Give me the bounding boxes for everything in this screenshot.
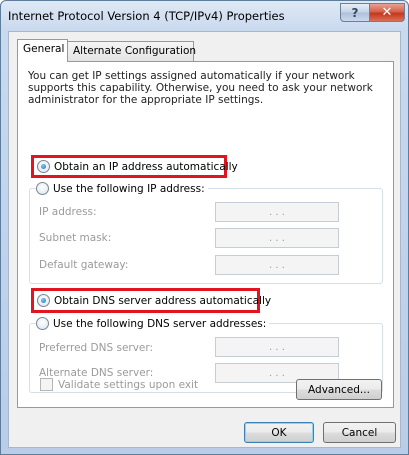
cancel-button[interactable]: Cancel [323, 422, 396, 443]
title-bar[interactable]: Internet Protocol Version 4 (TCP/IPv4) P… [1, 1, 408, 31]
use-following-ip-radio-row[interactable]: Use the following IP address: [36, 182, 208, 195]
use-following-dns-label: Use the following DNS server addresses: [53, 317, 267, 330]
obtain-ip-auto-label: Obtain an IP address automatically [54, 160, 238, 173]
help-button[interactable]: ? [340, 3, 370, 22]
dialog-window: Internet Protocol Version 4 (TCP/IPv4) P… [0, 0, 409, 455]
obtain-ip-auto-radio-row[interactable]: Obtain an IP address automatically [37, 160, 238, 173]
obtain-ip-auto-radio[interactable] [37, 160, 50, 173]
close-button[interactable]: ✕ [369, 3, 405, 22]
obtain-dns-auto-radio-row[interactable]: Obtain DNS server address automatically [37, 294, 271, 307]
subnet-mask-input[interactable]: . . . [215, 228, 339, 248]
obtain-dns-auto-radio[interactable] [37, 294, 50, 307]
obtain-dns-auto-label: Obtain DNS server address automatically [54, 294, 272, 307]
ip-address-label: IP address: [39, 206, 97, 218]
default-gateway-label: Default gateway: [39, 259, 129, 271]
alternate-dns-value: . . . [269, 367, 285, 379]
default-gateway-value: . . . [269, 259, 285, 271]
intro-text: You can get IP settings assigned automat… [28, 70, 373, 106]
ip-address-input[interactable]: . . . [215, 202, 339, 222]
validate-settings-label: Validate settings upon exit [58, 378, 199, 391]
ok-button[interactable]: OK [244, 422, 314, 443]
use-following-dns-radio[interactable] [36, 317, 49, 330]
validate-settings-checkbox[interactable] [40, 378, 53, 391]
preferred-dns-label: Preferred DNS server: [39, 342, 154, 354]
validate-settings-checkbox-row[interactable]: Validate settings upon exit [40, 378, 198, 391]
general-tab-panel: You can get IP settings assigned automat… [17, 61, 394, 408]
close-icon: ✕ [381, 5, 393, 20]
tab-alternate-configuration[interactable]: Alternate Configuration [67, 41, 196, 62]
default-gateway-input[interactable]: . . . [215, 255, 339, 275]
subnet-mask-value: . . . [269, 232, 285, 244]
dialog-content: General Alternate Configuration You can … [8, 31, 401, 448]
ip-address-value: . . . [269, 206, 285, 218]
preferred-dns-value: . . . [269, 341, 285, 353]
use-following-ip-label: Use the following IP address: [53, 182, 205, 195]
window-title: Internet Protocol Version 4 (TCP/IPv4) P… [8, 9, 285, 23]
question-mark-icon: ? [351, 5, 359, 20]
tab-general[interactable]: General [17, 39, 68, 62]
preferred-dns-input[interactable]: . . . [215, 337, 339, 357]
subnet-mask-label: Subnet mask: [39, 232, 112, 244]
advanced-button[interactable]: Advanced... [296, 379, 382, 400]
use-following-ip-radio[interactable] [36, 182, 49, 195]
use-following-dns-radio-row[interactable]: Use the following DNS server addresses: [36, 317, 270, 330]
